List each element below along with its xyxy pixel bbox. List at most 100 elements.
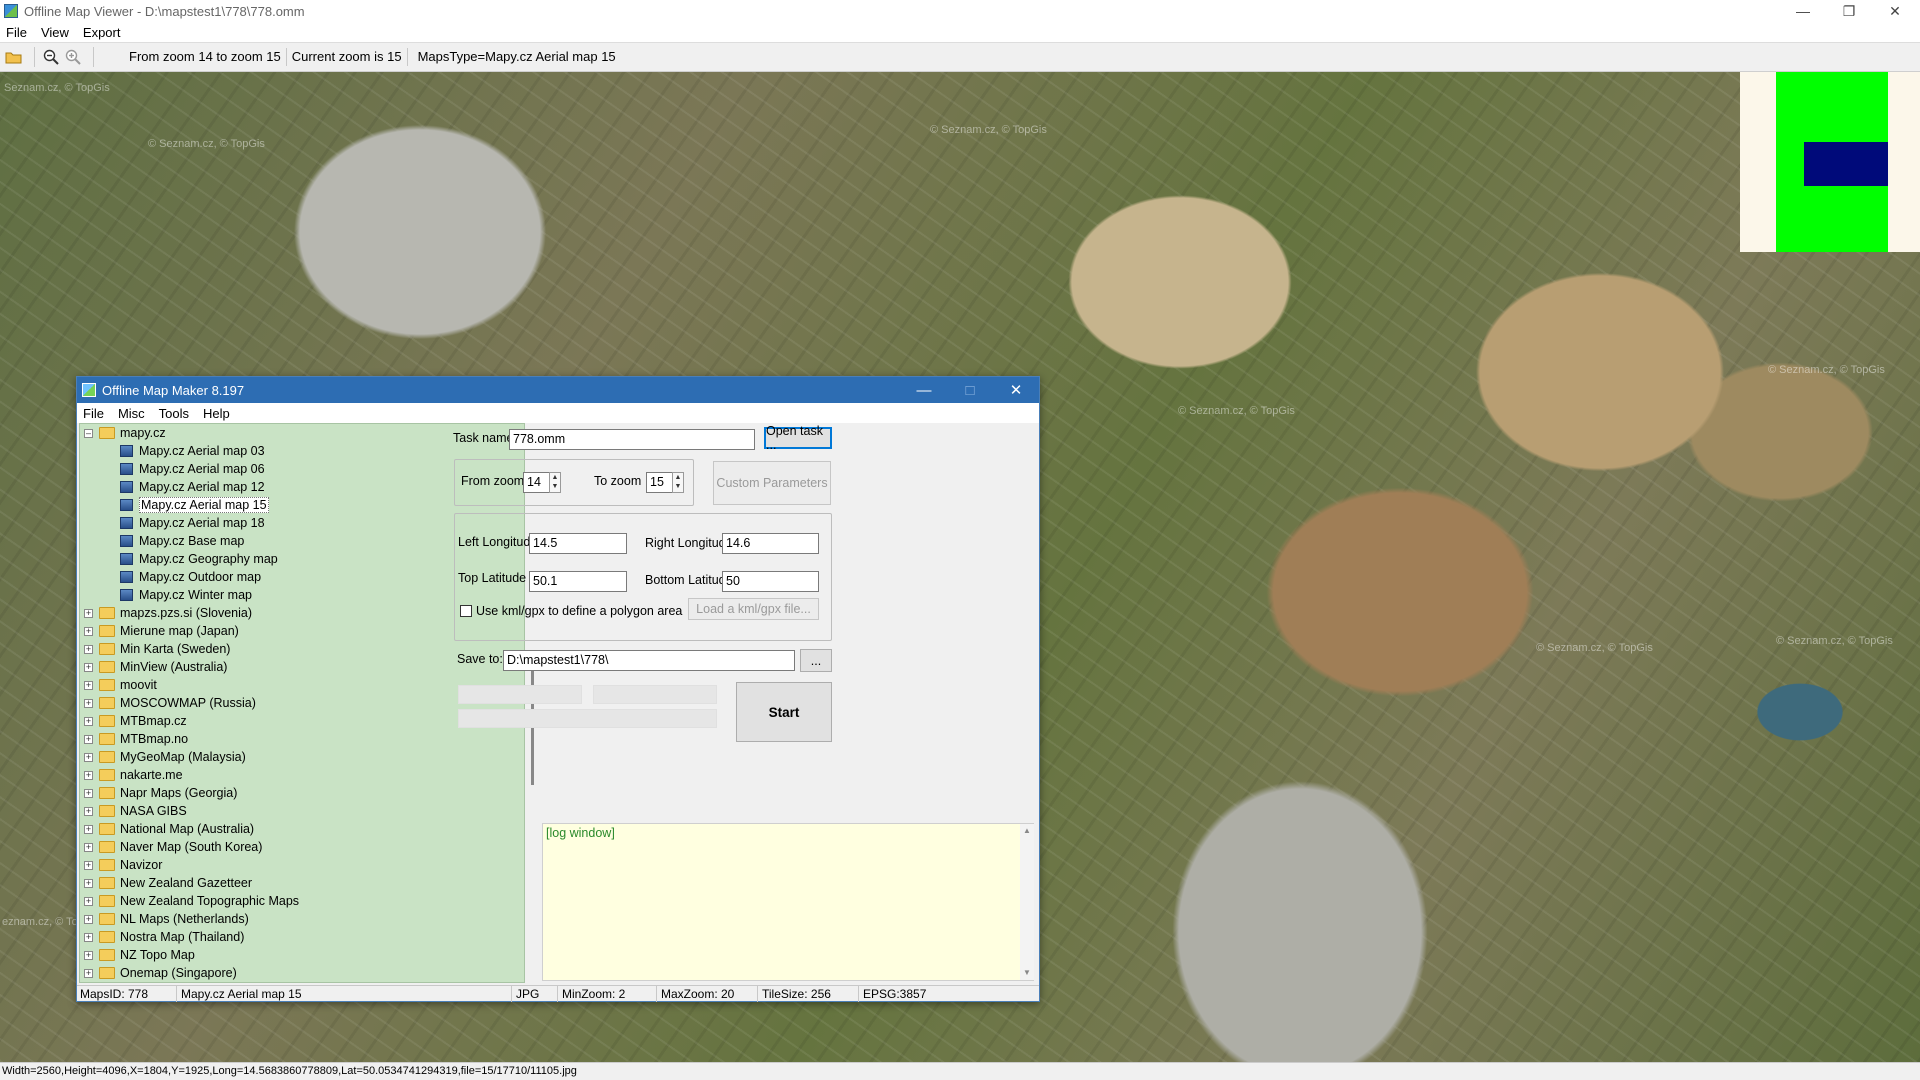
tree-node-folder[interactable]: + nakarte.me (84, 766, 183, 784)
log-scrollbar[interactable]: ▲ ▼ (1020, 824, 1034, 980)
tree-node-folder[interactable]: + moovit (84, 676, 157, 694)
tree-node-folder[interactable]: + NASA GIBS (84, 802, 187, 820)
folder-icon (99, 931, 115, 943)
folder-icon (99, 949, 115, 961)
tree-node-folder[interactable]: + NZ Topo Map (84, 946, 195, 964)
expand-icon[interactable]: + (84, 950, 93, 960)
right-longitude-field[interactable]: 14.6 (722, 533, 819, 554)
custom-parameters-button[interactable]: Custom Parameters (713, 461, 831, 505)
bottom-latitude-field[interactable]: 50 (722, 571, 819, 592)
zoom-in-icon[interactable] (63, 47, 83, 67)
from-zoom-field[interactable]: 14 (523, 472, 551, 493)
tree-node-folder[interactable]: + National Map (Australia) (84, 820, 254, 838)
expand-icon[interactable]: + (84, 734, 93, 744)
tree-node-label: MinView (Australia) (120, 660, 228, 674)
tree-node-folder[interactable]: + MOSCOWMAP (Russia) (84, 694, 256, 712)
close-button[interactable]: ✕ (1872, 0, 1918, 22)
to-zoom-field[interactable]: 15 (646, 472, 674, 493)
expand-icon[interactable]: + (84, 698, 93, 708)
tree-node-map[interactable]: Mapy.cz Outdoor map (120, 568, 261, 586)
tree-node-map[interactable]: Mapy.cz Aerial map 06 (120, 460, 265, 478)
expand-icon[interactable]: + (84, 680, 93, 690)
tree-node-folder[interactable]: + mapzs.pzs.si (Slovenia) (84, 604, 252, 622)
expand-icon[interactable]: + (84, 968, 93, 978)
tree-node-folder[interactable]: + MyGeoMap (Malaysia) (84, 748, 246, 766)
expand-icon[interactable]: + (84, 860, 93, 870)
expand-icon[interactable]: + (84, 626, 93, 636)
open-folder-icon[interactable] (4, 47, 24, 67)
log-text: [log window] (546, 826, 615, 840)
task-name-field[interactable]: 778.omm (509, 429, 755, 450)
zoom-out-icon[interactable] (41, 47, 61, 67)
tree-node-folder[interactable]: + Nostra Map (Thailand) (84, 928, 244, 946)
start-button[interactable]: Start (736, 682, 832, 742)
tree-node-map[interactable]: Mapy.cz Aerial map 12 (120, 478, 265, 496)
expand-icon[interactable]: + (84, 662, 93, 672)
expand-icon[interactable]: + (84, 716, 93, 726)
overview-minimap[interactable] (1740, 72, 1920, 252)
kml-checkbox[interactable] (460, 605, 472, 617)
log-window[interactable]: [log window] (542, 823, 1034, 981)
tree-node-map[interactable]: Mapy.cz Base map (120, 532, 244, 550)
dialog-menu-misc[interactable]: Misc (118, 406, 145, 421)
from-zoom-stepper[interactable]: ▲ ▼ (549, 472, 561, 493)
menu-file[interactable]: File (6, 25, 27, 40)
restore-button[interactable]: ❐ (1826, 0, 1872, 22)
collapse-icon[interactable]: – (84, 428, 93, 438)
tree-node-folder[interactable]: + Mierune map (Japan) (84, 622, 239, 640)
tree-node-folder[interactable]: + Naver Map (South Korea) (84, 838, 262, 856)
to-zoom-stepper[interactable]: ▲ ▼ (672, 472, 684, 493)
folder-icon (99, 607, 115, 619)
tree-node-map[interactable]: Mapy.cz Geography map (120, 550, 278, 568)
top-latitude-field[interactable]: 50.1 (529, 571, 627, 592)
menu-export[interactable]: Export (83, 25, 121, 40)
expand-icon[interactable]: + (84, 806, 93, 816)
tree-node-folder[interactable]: + MTBmap.no (84, 730, 188, 748)
dialog-close-button[interactable]: ✕ (993, 377, 1039, 403)
tree-node-folder[interactable]: + Onemap (Singapore) (84, 964, 237, 982)
tree-node-folder[interactable]: + New Zealand Topographic Maps (84, 892, 299, 910)
tree-node-map[interactable]: Mapy.cz Winter map (120, 586, 252, 604)
tree-node-folder[interactable]: + Min Karta (Sweden) (84, 640, 230, 658)
tree-node-folder[interactable]: + Navizor (84, 856, 162, 874)
expand-icon[interactable]: + (84, 770, 93, 780)
scroll-up-icon[interactable]: ▲ (1023, 826, 1031, 835)
expand-icon[interactable]: + (84, 608, 93, 618)
tree-node-folder[interactable]: + MTBmap.cz (84, 712, 187, 730)
tree-node-label: Mapy.cz Aerial map 18 (139, 516, 265, 530)
dialog-maximize-button[interactable]: □ (947, 377, 993, 403)
expand-icon[interactable]: + (84, 878, 93, 888)
tree-node-folder[interactable]: + New Zealand Gazetteer (84, 874, 252, 892)
minimize-button[interactable]: — (1780, 0, 1826, 22)
tree-node-map[interactable]: Mapy.cz Aerial map 03 (120, 442, 265, 460)
dialog-menu-tools[interactable]: Tools (159, 406, 189, 421)
load-kml-button[interactable]: Load a kml/gpx file... (688, 598, 819, 620)
menu-view[interactable]: View (41, 25, 69, 40)
tree-node-folder[interactable]: + Napr Maps (Georgia) (84, 784, 237, 802)
tree-node-label: New Zealand Topographic Maps (120, 894, 300, 908)
folder-icon (99, 733, 115, 745)
tree-node-map[interactable]: Mapy.cz Aerial map 15 (120, 496, 269, 514)
dialog-minimize-button[interactable]: — (901, 377, 947, 403)
expand-icon[interactable]: + (84, 842, 93, 852)
tree-node-root[interactable]: – mapy.cz (84, 424, 166, 442)
expand-icon[interactable]: + (84, 932, 93, 942)
dialog-menu-help[interactable]: Help (203, 406, 230, 421)
scroll-down-icon[interactable]: ▼ (1023, 968, 1031, 977)
tree-node-map[interactable]: Mapy.cz Aerial map 18 (120, 514, 265, 532)
expand-icon[interactable]: + (84, 896, 93, 906)
browse-button[interactable]: ... (800, 649, 832, 672)
expand-icon[interactable]: + (84, 644, 93, 654)
expand-icon[interactable]: + (84, 752, 93, 762)
dialog-menu-file[interactable]: File (83, 406, 104, 421)
folder-icon (99, 787, 115, 799)
open-task-button[interactable]: Open task ... (764, 424, 832, 452)
expand-icon[interactable]: + (84, 824, 93, 834)
left-longitude-label: Left Longitude (458, 535, 538, 549)
tree-node-folder[interactable]: + NL Maps (Netherlands) (84, 910, 249, 928)
expand-icon[interactable]: + (84, 788, 93, 798)
tree-node-folder[interactable]: + MinView (Australia) (84, 658, 227, 676)
save-to-field[interactable]: D:\mapstest1\778\ (503, 650, 795, 671)
left-longitude-field[interactable]: 14.5 (529, 533, 627, 554)
expand-icon[interactable]: + (84, 914, 93, 924)
